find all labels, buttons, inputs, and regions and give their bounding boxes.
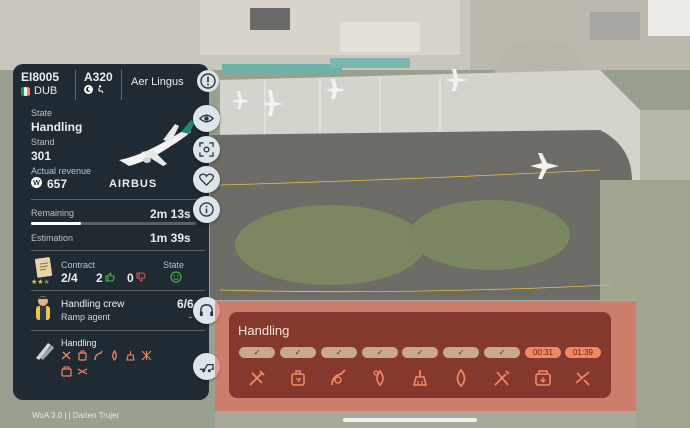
revenue-value: 657 [47,177,68,191]
thumbs-up-icon [105,271,115,285]
focus-button[interactable] [193,136,220,163]
airline-name: Aer Lingus [131,76,184,88]
fuel-icon [93,350,104,361]
task-status-pill: ✓ [321,347,357,358]
alert-icon [200,73,216,89]
footer-credit: WoA 3.0 | | Darien Trujer [32,411,120,420]
handling-mini-icons-row2 [61,366,88,377]
estimation-value: 1m 39s [150,231,191,245]
crew-count: 6/6 [177,297,194,311]
crew-role: Ramp agent [61,312,111,322]
water-icon [109,350,120,361]
divider [31,290,205,291]
info-button[interactable] [193,196,220,223]
contract-label: Contract [61,260,96,270]
estimation-label: Estimation [31,233,74,243]
ramp-agent-avatar [32,295,54,324]
cargo-icon[interactable] [533,368,553,388]
baggage-icon [77,350,88,361]
stand-label: Stand [31,137,55,147]
handling-mini-label: Handling [61,338,97,348]
remaining-label: Remaining [31,208,75,218]
crew-label: Handling crew [61,299,125,310]
accessibility-icon [96,85,105,97]
divider [31,199,205,200]
fuel-icon[interactable] [329,368,349,388]
alert-button[interactable] [197,70,219,92]
water-drop-icon[interactable] [451,368,471,388]
ireland-flag-icon [21,86,30,96]
view-button[interactable] [193,105,220,132]
crew-role-value: - [189,312,192,322]
divider [31,250,205,251]
smiley-icon [170,271,182,286]
handling-tools-icon [33,339,55,364]
flight-number: EI8005 [21,70,60,84]
state-label: State [31,108,53,118]
contract-value: 2/4 [61,271,78,285]
eye-icon [199,114,214,123]
de-icing-icon [141,350,152,361]
catering-icon[interactable] [247,368,267,388]
task-status-pill: ✓ [362,347,398,358]
task-status-pill: ✓ [402,347,438,358]
header-divider [75,70,76,100]
heart-icon [199,173,214,187]
task-status-pill: ✓ [443,347,479,358]
origin-code: DUB [34,85,58,97]
cargo-icon [61,366,72,377]
pushback-truck-icon [199,363,214,373]
stand-value: 301 [31,149,52,163]
svg-text:W: W [33,180,40,187]
cleaning-icon[interactable] [410,368,430,388]
remaining-progress-fill [31,222,81,225]
home-indicator[interactable] [343,418,477,422]
contract-state-label: State [163,260,185,270]
favorite-button[interactable] [193,166,220,193]
header-divider [121,70,122,100]
focus-frame-icon [199,142,214,157]
remaining-progress-track [31,222,196,225]
manufacturer-logo: AIRBUS [109,178,158,190]
likes-count: 2 [96,271,103,285]
revenue: W 657 [31,177,67,191]
aircraft-badges [84,85,105,97]
cleaning-icon [125,350,136,361]
coin-icon: W [31,177,42,191]
task-status-pill: ✓ [280,347,316,358]
baggage-icon[interactable] [288,368,308,388]
catering-tools-icon[interactable] [492,368,512,388]
catering-icon [61,350,72,361]
state-value: Handling [31,120,83,134]
task-status-pill: ✓ [484,347,520,358]
handling-panel: Handling ✓ ✓ ✓ ✓ ✓ ✓ ✓ 00:31 01:39 [229,312,611,398]
handling-mini-icons-row1 [61,350,152,361]
likes: 2 [96,271,115,285]
aircraft-image [111,116,197,177]
revenue-label: Actual revenue [31,166,92,176]
dislikes: 0 [127,271,146,285]
task-timer-pill: 00:31 [525,347,561,358]
info-icon [199,202,214,217]
headset-icon [199,304,214,317]
aircraft-type: A320 [84,70,113,84]
pushback-icon[interactable] [573,368,593,388]
pushback-icon [77,366,88,377]
remaining-value: 2m 13s [150,207,191,221]
water-icon[interactable] [370,368,390,388]
flight-info-panel: EI8005 DUB A320 Aer Lingus State Handlin… [13,64,219,400]
night-icon [84,85,93,97]
task-status-pill: ✓ [239,347,275,358]
thumbs-down-icon [136,271,146,285]
task-timer-pill: 01:39 [565,347,601,358]
contract-stars: ★★★ [31,279,50,286]
handling-title: Handling [238,323,290,338]
origin: DUB [21,85,57,97]
dislikes-count: 0 [127,271,134,285]
divider [31,330,205,331]
